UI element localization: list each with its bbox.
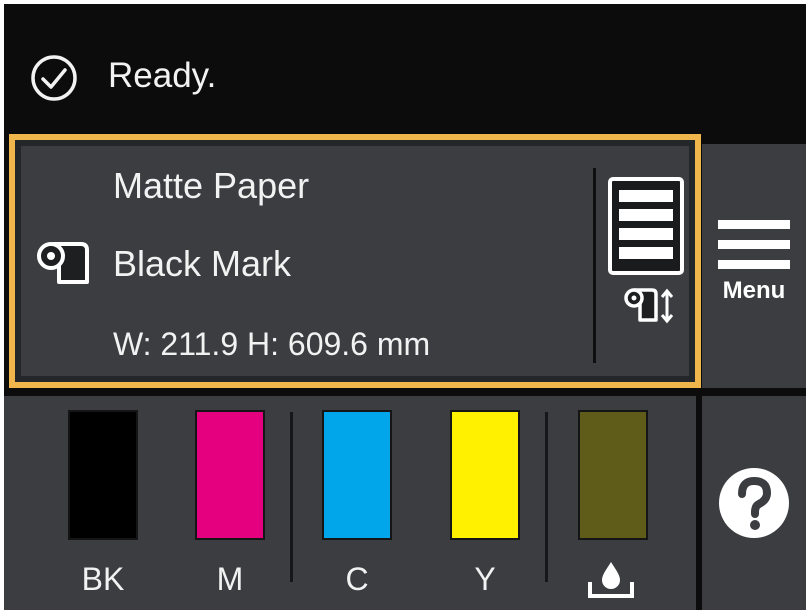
paper-source-label: Black Mark <box>113 243 292 284</box>
question-mark-circle-icon <box>719 468 789 538</box>
menu-button[interactable]: Menu <box>702 144 806 388</box>
ink-slot-m: M <box>195 410 265 600</box>
ink-level-bar-bk <box>68 410 138 540</box>
maintenance-box-icon <box>588 562 634 598</box>
roll-feed-icon <box>624 288 674 324</box>
maintenance-box-level-bar <box>578 410 648 540</box>
paper-setting-panel[interactable]: Matte Paper Black Mark W: 211.9 H: 609.6… <box>9 134 701 388</box>
paper-settings-button[interactable] <box>607 176 685 336</box>
ink-status-panel[interactable]: BK M C Y <box>4 396 696 610</box>
ink-label-y: Y <box>474 561 496 597</box>
ink-level-bar-y <box>450 410 520 540</box>
ink-slot-maintenance <box>578 410 648 600</box>
roll-paper-icon <box>37 242 89 284</box>
ink-divider <box>545 412 548 582</box>
status-text: Ready. <box>108 56 217 95</box>
ink-level-bar-m <box>195 410 265 540</box>
help-button[interactable] <box>702 396 806 610</box>
ink-slot-bk: BK <box>68 410 138 600</box>
menu-label: Menu <box>722 277 786 304</box>
ink-divider <box>290 412 293 582</box>
ink-label-c: C <box>345 561 369 597</box>
paper-type-label: Matte Paper <box>113 165 310 206</box>
status-bar: Ready. <box>4 4 806 132</box>
ink-slot-y: Y <box>450 410 520 600</box>
hamburger-icon <box>718 220 790 269</box>
printer-screen: Ready. Matte Paper Black Mark W: 211.9 H… <box>4 4 806 610</box>
paper-size-label: W: 211.9 H: 609.6 mm <box>113 326 431 362</box>
paper-info-area: Matte Paper Black Mark W: 211.9 H: 609.6… <box>21 146 689 376</box>
ink-level-bar-c <box>322 410 392 540</box>
panel-divider <box>593 168 596 363</box>
ink-label-m: M <box>216 561 244 597</box>
page-icon <box>608 177 684 275</box>
ink-label-bk: BK <box>81 561 125 597</box>
ink-slot-c: C <box>322 410 392 600</box>
checkmark-circle-icon <box>31 55 77 101</box>
